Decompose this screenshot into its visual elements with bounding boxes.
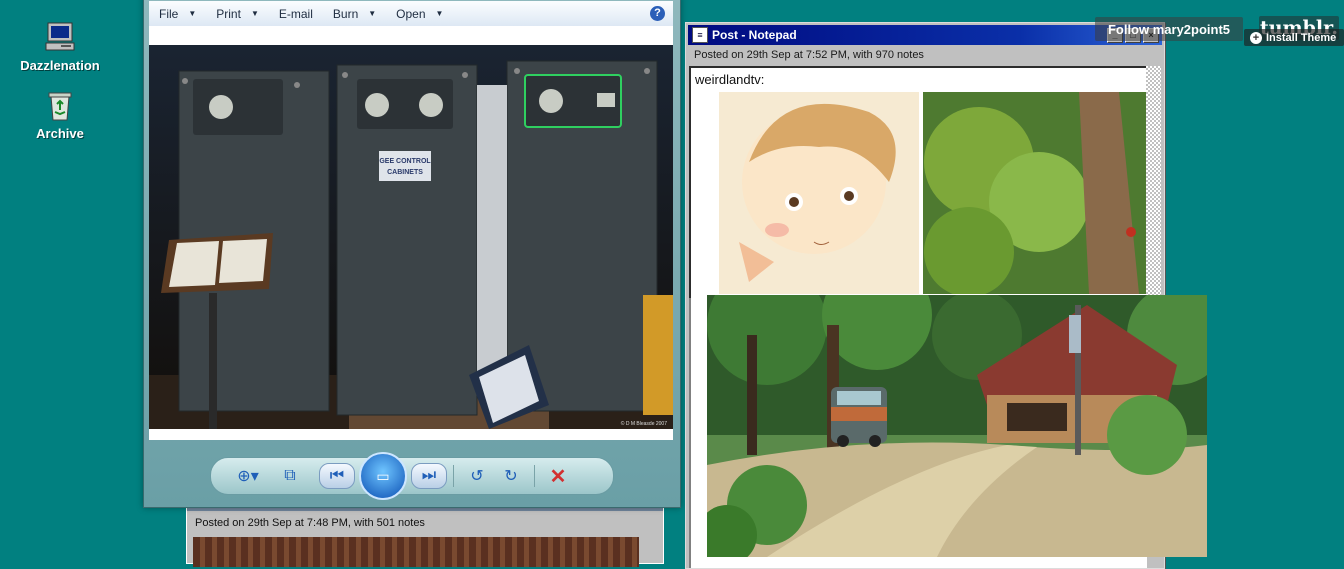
desktop-icon-archive[interactable]: Archive bbox=[15, 90, 105, 141]
chevron-down-icon: ▼ bbox=[368, 9, 377, 18]
previous-icon[interactable]: ⏮ bbox=[319, 463, 355, 489]
delete-icon[interactable]: ✕ bbox=[541, 464, 575, 488]
install-theme-label: Install Theme bbox=[1266, 31, 1337, 44]
post-body[interactable]: weirdlandtv: bbox=[689, 66, 1149, 300]
control-cabinets-illustration: GEE CONTROL CABINETS © D M Bleasde 2007 bbox=[149, 45, 673, 429]
rotate-cw-icon[interactable]: ↻ bbox=[494, 464, 528, 488]
next-icon[interactable]: ⏭ bbox=[411, 463, 447, 489]
chevron-down-icon: ▼ bbox=[435, 9, 444, 18]
help-icon[interactable]: ? bbox=[650, 6, 665, 21]
menu-open[interactable]: Open ▼ bbox=[386, 1, 453, 26]
desktop-icon-label: Dazzlenation bbox=[20, 58, 100, 73]
viewer-controls: ⊕▾ ⧉ ⏮ ▭ ⏭ ↺ ↻ ✕ bbox=[210, 452, 614, 500]
notepad-icon: ≡ bbox=[692, 27, 708, 43]
menu-burn[interactable]: Burn ▼ bbox=[323, 1, 386, 26]
menu-label: Print bbox=[216, 6, 241, 21]
separator bbox=[453, 465, 454, 487]
menu-label: E-mail bbox=[278, 6, 313, 21]
window-titlebar[interactable]: ≡ Post - Notepad _ □ × bbox=[688, 25, 1162, 45]
install-theme-button[interactable]: + Install Theme bbox=[1244, 29, 1344, 46]
recycle-bin-icon bbox=[48, 92, 72, 121]
computer-icon bbox=[45, 22, 75, 51]
window-title: Post - Notepad bbox=[712, 28, 797, 42]
post-info: Posted on 29th Sep at 7:48 PM, with 501 … bbox=[195, 517, 425, 529]
svg-text:GEE CONTROL: GEE CONTROL bbox=[379, 158, 431, 165]
menu-label: File bbox=[159, 6, 179, 21]
svg-text:CABINETS: CABINETS bbox=[387, 169, 423, 176]
separator bbox=[534, 465, 535, 487]
menu-print[interactable]: Print ▼ bbox=[206, 1, 269, 26]
follow-button[interactable]: Follow mary2point5 bbox=[1095, 17, 1243, 41]
anime-landscape-illustration bbox=[707, 295, 1207, 557]
photo-copyright: © D M Bleasde 2007 bbox=[621, 420, 667, 427]
desktop-icon-label: Archive bbox=[36, 126, 84, 141]
plus-icon: + bbox=[1250, 31, 1262, 44]
post-source[interactable]: weirdlandtv: bbox=[695, 72, 764, 87]
rotate-ccw-icon[interactable]: ↺ bbox=[460, 464, 494, 488]
menu-label: Burn bbox=[332, 6, 359, 21]
photo-viewer-window[interactable]: File ▼ Print ▼ E-mail Burn ▼ Open ▼ ? GE… bbox=[143, 0, 681, 508]
menu-file[interactable]: File ▼ bbox=[149, 1, 206, 26]
fit-window-icon[interactable]: ⧉ bbox=[273, 464, 307, 488]
desktop-icon-dazzlenation[interactable]: Dazzlenation bbox=[15, 20, 105, 73]
chevron-down-icon: ▼ bbox=[250, 9, 259, 18]
post-photo bbox=[193, 537, 639, 567]
chevron-down-icon: ▼ bbox=[188, 9, 197, 18]
menu-email[interactable]: E-mail bbox=[269, 1, 323, 26]
viewer-menubar: File ▼ Print ▼ E-mail Burn ▼ Open ▼ ? bbox=[149, 1, 673, 27]
viewer-photo: GEE CONTROL CABINETS © D M Bleasde 2007 bbox=[149, 45, 673, 429]
slideshow-icon[interactable]: ▭ bbox=[359, 452, 407, 500]
zoom-icon[interactable]: ⊕▾ bbox=[231, 464, 265, 488]
menu-label: Open bbox=[396, 6, 426, 21]
scrollbar[interactable] bbox=[1146, 66, 1161, 296]
post-info: Posted on 29th Sep at 7:52 PM, with 970 … bbox=[694, 49, 924, 61]
anime-stills-illustration bbox=[719, 92, 1147, 294]
